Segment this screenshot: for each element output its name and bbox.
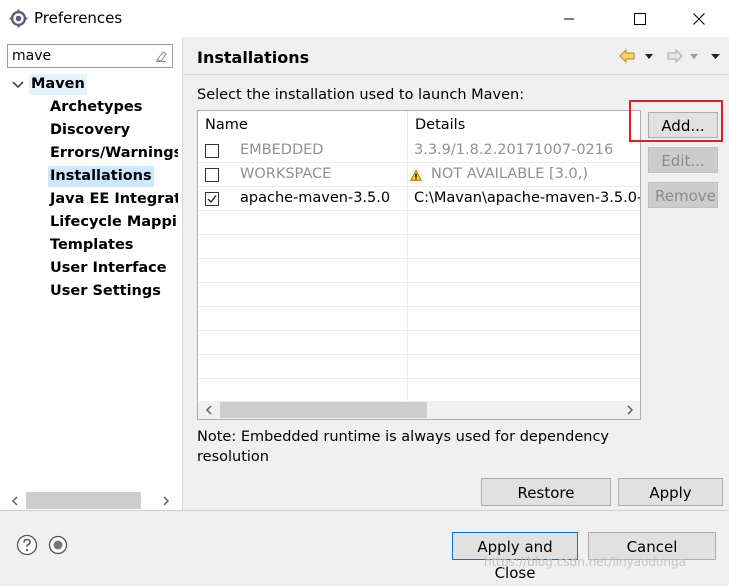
preferences-tree: Maven Archetypes Discovery Errors/Warnin… <box>0 37 178 477</box>
tree-item-maven[interactable]: Maven <box>29 74 87 95</box>
header-divider <box>184 74 729 75</box>
table-row[interactable]: WORKSPACE NOT AVAILABLE [3.0,) <box>198 163 640 187</box>
installation-name: EMBEDDED <box>240 142 324 158</box>
watermark-text: https://blog.csdn.net/linyaodonga <box>484 555 686 569</box>
maximize-button[interactable] <box>617 0 663 37</box>
empty-row <box>198 235 640 259</box>
title-bar: Preferences <box>0 0 729 37</box>
installations-table[interactable]: Name Details EMBEDDED 3.3.9/1.8.2.201710… <box>197 110 641 420</box>
row-checkbox[interactable] <box>205 144 219 158</box>
dialog-footer: Apply and Close Cancel https://blog.csdn… <box>0 511 729 582</box>
column-header-name[interactable]: Name <box>198 111 407 139</box>
table-row[interactable]: apache-maven-3.5.0 C:\Mavan\apache-maven… <box>198 187 641 211</box>
empty-row <box>198 355 640 379</box>
page-header: Installations <box>184 37 729 74</box>
empty-row <box>198 283 640 307</box>
minimize-icon <box>564 18 574 19</box>
apply-button[interactable]: Apply <box>618 478 723 506</box>
back-dropdown-icon <box>645 54 653 59</box>
embedded-note: Note: Embedded runtime is always used fo… <box>197 429 610 465</box>
tree-item-lifecycle-mappings[interactable]: Lifecycle Mappings <box>48 212 178 233</box>
edit-button[interactable]: Edit... <box>648 147 718 173</box>
tree-item-discovery[interactable]: Discovery <box>48 120 132 141</box>
eclipse-gear-icon <box>9 9 28 28</box>
preferences-tree-pane: mave Maven Archetypes Discovery Errors/W… <box>0 37 183 510</box>
view-menu-icon <box>711 54 720 59</box>
tree-item-user-settings[interactable]: User Settings <box>48 281 163 302</box>
restore-defaults-button[interactable]: Restore Defaults <box>481 478 611 528</box>
instruction-text: Select the installation used to launch M… <box>197 87 525 103</box>
record-macro-icon[interactable] <box>48 535 68 555</box>
installation-name: WORKSPACE <box>240 166 332 182</box>
maximize-icon <box>634 12 646 25</box>
chevron-down-icon[interactable] <box>11 80 25 90</box>
empty-row <box>198 259 640 283</box>
tree-horizontal-scrollbar[interactable] <box>6 492 174 509</box>
scroll-right-icon[interactable] <box>157 492 174 509</box>
empty-row <box>198 307 640 331</box>
history-navigation[interactable] <box>616 47 726 65</box>
remove-button[interactable]: Remove <box>648 182 718 208</box>
row-checkbox[interactable] <box>205 168 219 182</box>
tree-item-templates[interactable]: Templates <box>48 235 135 256</box>
add-button[interactable]: Add... <box>648 112 718 138</box>
close-icon <box>693 12 705 25</box>
tree-item-installations[interactable]: Installations <box>48 166 154 187</box>
forward-arrow-icon <box>667 48 683 64</box>
window-title: Preferences <box>34 9 123 27</box>
warning-icon <box>410 170 422 181</box>
tree-item-java-ee-integration[interactable]: Java EE Integration <box>48 189 178 210</box>
table-horizontal-scrollbar[interactable] <box>198 401 640 419</box>
back-arrow-icon <box>619 48 635 64</box>
empty-row <box>198 211 640 235</box>
scroll-left-icon[interactable] <box>6 492 23 509</box>
installation-details: C:\Mavan\apache-maven-3.5.0-bin\apache-m… <box>414 190 641 206</box>
tree-item-archetypes[interactable]: Archetypes <box>48 97 144 118</box>
scroll-right-icon[interactable] <box>621 401 638 418</box>
close-button[interactable] <box>676 0 722 37</box>
page-title: Installations <box>197 48 310 67</box>
table-row[interactable]: EMBEDDED 3.3.9/1.8.2.20171007-0216 <box>198 139 640 163</box>
column-header-details[interactable]: Details <box>407 111 640 139</box>
empty-row <box>198 331 640 355</box>
row-checkbox[interactable] <box>205 192 219 206</box>
minimize-button[interactable] <box>546 0 592 37</box>
tree-item-user-interface[interactable]: User Interface <box>48 258 169 279</box>
checkmark-icon <box>207 195 217 204</box>
installation-details: 3.3.9/1.8.2.20171007-0216 <box>414 142 614 158</box>
scrollbar-thumb[interactable] <box>26 492 141 509</box>
forward-dropdown-icon <box>690 54 698 59</box>
help-icon[interactable] <box>16 534 38 556</box>
installation-name: apache-maven-3.5.0 <box>240 190 391 206</box>
scrollbar-thumb[interactable] <box>220 402 427 418</box>
tree-item-errors-warnings[interactable]: Errors/Warnings <box>48 143 178 164</box>
installations-page: Installations Select the installation us… <box>184 37 729 528</box>
installation-details: NOT AVAILABLE [3.0,) <box>431 166 589 182</box>
scroll-left-icon[interactable] <box>200 401 217 418</box>
